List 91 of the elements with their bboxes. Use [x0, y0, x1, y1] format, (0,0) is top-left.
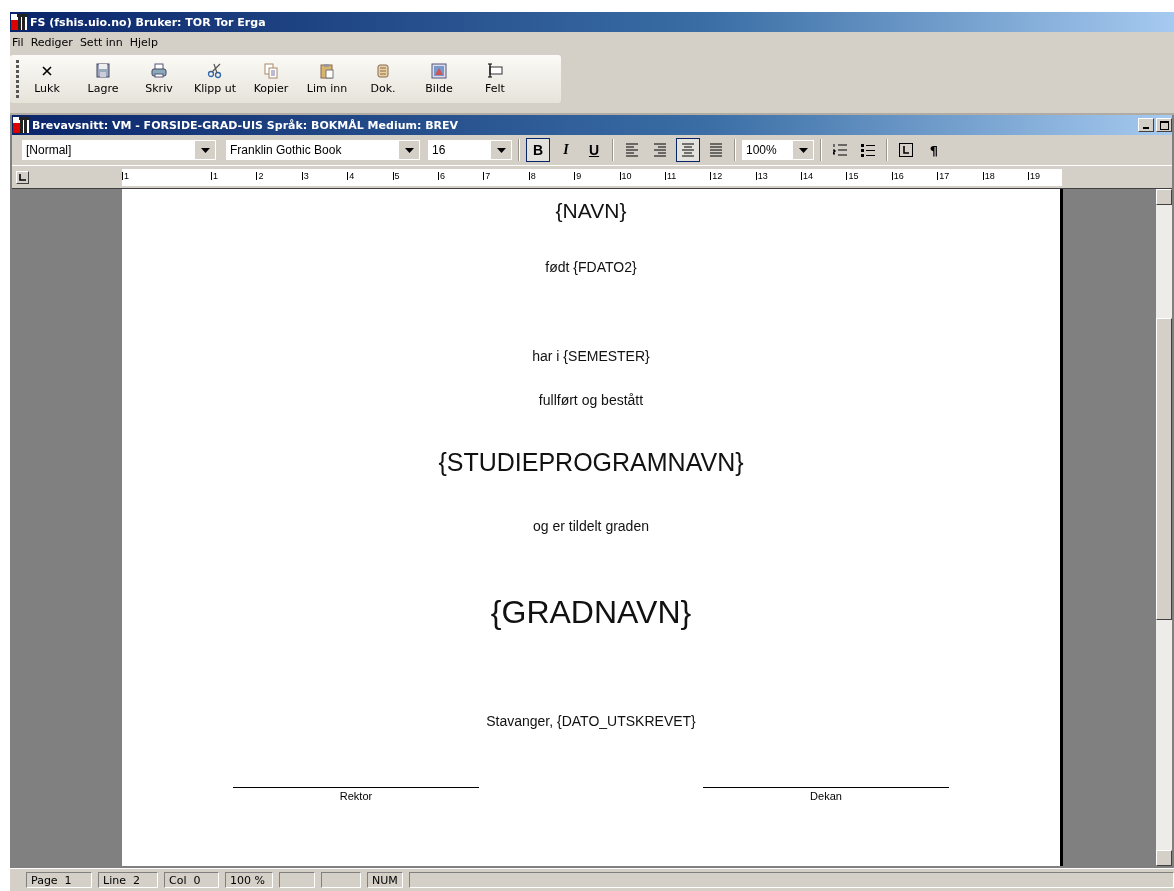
window-title: FS (fshis.uio.no) Bruker: TOR Tor Erga [30, 15, 266, 29]
dropdown-arrow-icon [200, 147, 210, 153]
window-title: Brevavsnitt: VM - FORSIDE-GRAD-UIS Språk: BOKMÅL Medium: BREV [32, 118, 459, 132]
ruler-number: 7 [485, 171, 492, 180]
ruler-number: 14 [803, 171, 815, 180]
toolbar-button[interactable]: Lukk [19, 63, 75, 95]
numbered-list-icon [833, 143, 847, 157]
ruler-number: 13 [757, 171, 769, 180]
document-text: {NAVN} [555, 199, 627, 223]
scissors-icon [207, 63, 223, 79]
status-pane [321, 872, 361, 888]
ruler-number: 3 [303, 171, 310, 180]
printer-icon [151, 63, 167, 79]
toolbar-button[interactable]: Kopier [243, 63, 299, 95]
ruler-number: 8 [530, 171, 537, 180]
align-center-button[interactable] [676, 138, 700, 162]
status-pane: Col 0 [164, 872, 219, 888]
ruler-number: 19 [1030, 171, 1042, 180]
toolbar-button[interactable]: Lim inn [299, 63, 355, 95]
app-logo-icon [11, 14, 27, 30]
font-size-dropdown[interactable]: 16 [428, 140, 512, 160]
toolbar-button[interactable]: Lagre [75, 63, 131, 95]
copy-pages-icon [263, 63, 279, 79]
toolbar-button[interactable]: Felt [467, 63, 523, 95]
dropdown-arrow-icon [496, 147, 506, 153]
font-dropdown[interactable]: Franklin Gothic Book [226, 140, 420, 160]
status-pane: NUM [367, 872, 403, 888]
ruler-number: 6 [439, 171, 446, 180]
document-text: {STUDIEPROGRAMNAVN} [438, 448, 744, 477]
picture-icon [431, 63, 447, 79]
ruler-number: 9 [576, 171, 583, 180]
scroll-document-icon [375, 63, 391, 79]
ruler-number: 1 [124, 171, 130, 180]
status-pane [279, 872, 315, 888]
status-pane: 100 % [225, 872, 273, 888]
ruler-number: 12 [712, 171, 724, 180]
underline-button[interactable]: U [582, 138, 606, 162]
toolbar-grip-icon [16, 59, 19, 99]
menu-item[interactable]: Fil [12, 35, 24, 49]
tab-stop-icon [899, 143, 913, 157]
italic-button[interactable]: I [554, 138, 578, 162]
ruler-number: 17 [939, 171, 951, 180]
menu-item[interactable]: Sett inn [79, 35, 123, 49]
toolbar-button[interactable]: Klipp ut [187, 63, 243, 95]
zoom-dropdown[interactable]: 100% [742, 140, 814, 160]
document-text: har i {SEMESTER} [532, 348, 650, 364]
ruler-number: 10 [621, 171, 633, 180]
dropdown-arrow-icon [798, 147, 808, 153]
ruler-number: 11 [666, 171, 678, 180]
toolbar-button[interactable]: Skriv [131, 63, 187, 95]
toolbar-button[interactable]: Bilde [411, 63, 467, 95]
maximize-button[interactable] [1156, 118, 1172, 132]
status-pane: Page 1 [26, 872, 92, 888]
ruler-number: 5 [394, 171, 401, 180]
show-formatting-button[interactable]: ¶ [922, 138, 946, 162]
align-center-icon [681, 142, 695, 158]
align-right-icon [653, 142, 667, 158]
document-text: og er tildelt graden [533, 518, 649, 534]
ruler-number: 15 [848, 171, 860, 180]
ruler-number: 16 [893, 171, 905, 180]
dropdown-arrow-icon [404, 147, 414, 153]
align-justify-icon [709, 142, 723, 158]
ruler-number: 1 [213, 171, 219, 180]
scroll-up-button[interactable] [1156, 189, 1172, 205]
ruler-number: 18 [984, 171, 996, 180]
bullet-list-icon [861, 143, 875, 157]
bold-button[interactable]: B [526, 138, 550, 162]
app-logo-icon [13, 117, 29, 133]
signature-label: Rektor [339, 790, 373, 802]
document-text: født {FDATO2} [545, 259, 637, 275]
vertical-scrollbar[interactable] [1156, 189, 1172, 866]
document-text: {GRADNAVN} [490, 594, 692, 631]
minimize-button[interactable] [1138, 118, 1154, 132]
tab-type-button[interactable] [16, 170, 29, 184]
ruler-number: 2 [258, 171, 265, 180]
style-dropdown[interactable]: [Normal] [22, 140, 216, 160]
toolbar-button[interactable]: Dok. [355, 63, 411, 95]
status-pane: Line 2 [98, 872, 158, 888]
signature-label: Dekan [810, 790, 842, 802]
menu-item[interactable]: Rediger [30, 35, 73, 49]
text-field-icon [487, 63, 503, 79]
document-text: fullført og bestått [538, 392, 644, 408]
menu-item[interactable]: Hjelp [129, 35, 158, 49]
scroll-down-button[interactable] [1156, 850, 1172, 866]
document-text: Stavanger, {DATO_UTSKREVET} [486, 713, 696, 729]
maximize-icon [1159, 120, 1169, 130]
tab-type-icon [18, 172, 27, 182]
scroll-thumb[interactable] [1156, 318, 1172, 620]
align-left-icon [625, 142, 639, 158]
clipboard-icon [319, 63, 335, 79]
ruler-number: 4 [349, 171, 356, 180]
